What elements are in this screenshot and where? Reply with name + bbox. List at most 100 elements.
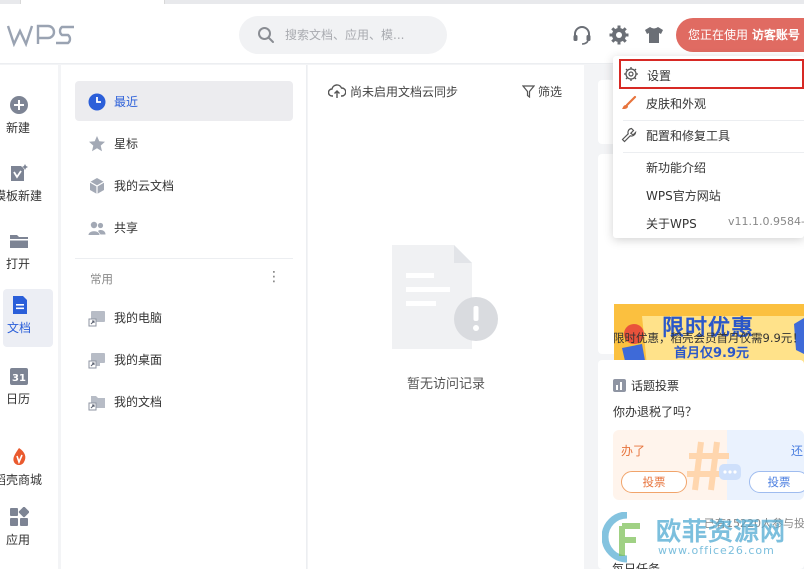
section-common-title: 常用: [90, 272, 113, 286]
vote-option-b-label: 还: [791, 444, 804, 458]
empty-document-icon: [392, 245, 498, 349]
menu-item-skin[interactable]: 皮肤和外观: [613, 89, 804, 117]
nav-calendar-label: 日历: [5, 392, 30, 406]
common-my-desktop[interactable]: 我的桌面: [75, 339, 293, 379]
cloud-sync-text: 尚未启用文档云同步: [350, 85, 459, 99]
settings-dropdown-menu: 设置 皮肤和外观 配置和修复工具 新功能介绍 WPS官方网站 关于WPS v11…: [613, 56, 804, 238]
nav-template-new[interactable]: 模板新建: [0, 157, 58, 215]
category-cloud-docs[interactable]: 我的云文档: [75, 165, 293, 205]
document-icon: [13, 296, 27, 314]
gear-icon[interactable]: [608, 24, 630, 46]
promo-caption[interactable]: 限时优惠，稻壳会员首月仅需9.9元！: [613, 330, 804, 346]
clock-icon: [88, 93, 106, 111]
menu-item-about[interactable]: 关于WPS v11.1.0.9584-: [613, 209, 804, 237]
search-input[interactable]: [285, 25, 435, 45]
menu-item-repair-tool[interactable]: 配置和修复工具: [613, 121, 804, 149]
skin-shirt-icon[interactable]: [643, 24, 665, 46]
category-shared[interactable]: 共享: [75, 207, 293, 247]
headset-icon[interactable]: [571, 24, 593, 46]
menu-official-site-label: WPS官方网站: [646, 189, 721, 203]
wrench-icon: [621, 127, 637, 143]
menu-item-new-features[interactable]: 新功能介绍: [613, 153, 804, 181]
search-box[interactable]: [239, 16, 447, 54]
category-shared-label: 共享: [114, 221, 139, 235]
visitor-label: 您正在使用: [688, 28, 749, 42]
vote-option-a-label: 办了: [621, 444, 646, 458]
cloud-upload-icon: [327, 84, 347, 98]
category-cloud-label: 我的云文档: [114, 179, 175, 193]
vote-icon: [613, 379, 626, 392]
star-icon: [89, 136, 105, 152]
menu-item-official-site[interactable]: WPS官方网站: [613, 181, 804, 209]
site-watermark: 欧菲资源网 www.office26.com: [598, 508, 804, 568]
left-nav: 新建 模板新建 打开 文档 31 日历 稻壳商城 应用: [0, 65, 58, 569]
section-divider: [75, 258, 293, 259]
nav-new[interactable]: 新建: [0, 89, 58, 147]
nav-apps[interactable]: 应用: [0, 501, 58, 559]
filter-button[interactable]: 筛选: [521, 83, 563, 100]
menu-repair-label: 配置和修复工具: [646, 129, 731, 143]
menu-about-label: 关于WPS: [646, 217, 697, 231]
nav-open-label: 打开: [5, 257, 30, 271]
menu-settings-label: 设置: [647, 69, 672, 83]
vote-hash-art: [687, 441, 741, 491]
nav-template-label: 模板新建: [0, 189, 43, 203]
menu-item-settings[interactable]: 设置: [619, 59, 804, 89]
nav-open[interactable]: 打开: [0, 225, 58, 283]
watermark-title: 欧菲资源网: [656, 517, 787, 546]
category-starred[interactable]: 星标: [75, 123, 293, 163]
version-text: v11.1.0.9584-: [728, 215, 804, 228]
watermark-logo-icon: [602, 512, 640, 563]
filter-label: 筛选: [538, 85, 563, 99]
vote-button-a[interactable]: 投票: [621, 471, 687, 493]
common-documents-label: 我的文档: [114, 395, 163, 409]
template-icon: [11, 164, 28, 181]
section-more-button[interactable]: ⋮: [266, 267, 282, 287]
cube-icon: [89, 178, 105, 194]
nav-calendar[interactable]: 31 日历: [0, 360, 58, 418]
cloud-sync-link[interactable]: 尚未启用文档云同步: [327, 83, 459, 100]
visitor-account-button[interactable]: 您正在使用 访客账号: [676, 18, 804, 52]
empty-state-text: 暂无访问记录: [406, 377, 485, 392]
plus-circle-icon: [10, 96, 28, 114]
file-list-panel: 尚未启用文档云同步 筛选 暂无访问记录: [308, 65, 584, 569]
common-my-computer[interactable]: 我的电脑: [75, 297, 293, 337]
users-icon: [88, 221, 106, 235]
topic-title: 话题投票: [612, 377, 679, 394]
common-desktop-label: 我的桌面: [114, 353, 163, 367]
vote-area: 办了 还 投票 投票: [613, 430, 804, 500]
apps-grid-icon: [10, 507, 29, 526]
nav-documents-label: 文档: [6, 321, 31, 335]
topic-question: 你办退税了吗？: [613, 405, 698, 419]
category-panel: 最近 星标 我的云文档 共享 常用 ⋮ 我的电脑 我的桌面 我的文档: [61, 65, 307, 569]
category-recent-label: 最近: [114, 95, 139, 109]
common-computer-label: 我的电脑: [114, 311, 163, 325]
nav-docer-store[interactable]: 稻壳商城: [0, 441, 58, 499]
nav-new-label: 新建: [5, 121, 30, 135]
category-recent[interactable]: 最近: [75, 81, 293, 121]
calendar-icon: 31: [10, 368, 28, 385]
search-icon: [258, 27, 274, 43]
visitor-account: 访客账号: [751, 28, 800, 42]
brush-icon: [622, 95, 637, 109]
nav-documents[interactable]: 文档: [3, 289, 53, 347]
desktop-shortcut-icon: [88, 353, 105, 369]
nav-apps-label: 应用: [5, 533, 30, 547]
folder-icon: [10, 235, 28, 248]
topic-title-text: 话题投票: [631, 379, 680, 393]
app-header: 您正在使用 访客账号: [0, 4, 804, 64]
folder-shortcut-icon: [88, 396, 105, 411]
watermark-url: www.office26.com: [658, 544, 775, 557]
wps-logo: [6, 24, 74, 47]
nav-docer-label: 稻壳商城: [0, 473, 43, 487]
funnel-icon: [521, 85, 536, 99]
common-my-documents[interactable]: 我的文档: [75, 381, 293, 421]
computer-shortcut-icon: [88, 311, 105, 327]
vote-button-b[interactable]: 投票: [749, 471, 804, 493]
menu-skin-label: 皮肤和外观: [646, 97, 707, 111]
settings-gear-icon: [624, 67, 638, 81]
calendar-day: 31: [12, 373, 26, 384]
docer-store-icon: [13, 448, 26, 465]
category-starred-label: 星标: [114, 137, 139, 151]
menu-new-features-label: 新功能介绍: [646, 161, 707, 175]
